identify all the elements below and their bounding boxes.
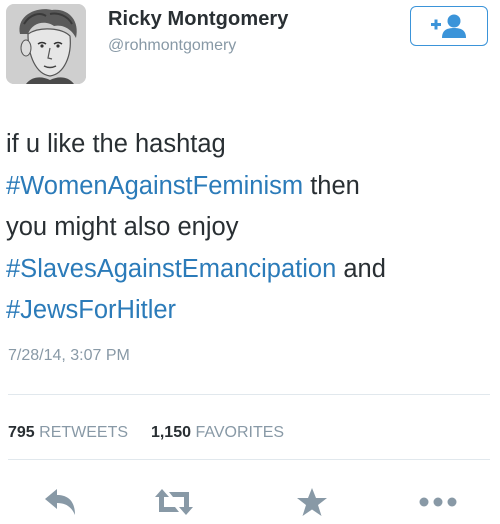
star-icon bbox=[297, 488, 327, 516]
retweet-button[interactable] bbox=[150, 484, 198, 520]
display-name[interactable]: Ricky Montgomery bbox=[108, 8, 289, 31]
hashtag-link[interactable]: #JewsForHitler bbox=[6, 296, 176, 324]
hashtag-link[interactable]: #SlavesAgainstEmancipation bbox=[6, 255, 336, 283]
reply-button[interactable] bbox=[38, 484, 82, 520]
tweet-text: if u like the hashtag #WomenAgainstFemin… bbox=[6, 124, 490, 332]
favorite-count[interactable]: 1,150 bbox=[151, 424, 191, 441]
retweet-icon bbox=[155, 489, 193, 515]
follow-button[interactable] bbox=[410, 6, 488, 46]
tweet-line: if u like the hashtag bbox=[6, 130, 226, 158]
retweet-label[interactable]: RETWEETS bbox=[39, 424, 128, 441]
hashtag-link[interactable]: #WomenAgainstFeminism bbox=[6, 172, 303, 200]
tweet-line: #JewsForHitler bbox=[6, 290, 490, 332]
retweet-count[interactable]: 795 bbox=[8, 424, 35, 441]
tweet-text-fragment: then bbox=[303, 171, 360, 200]
tweet-stats: 795 RETWEETS 1,150 FAVORITES bbox=[8, 424, 284, 442]
favorite-button[interactable] bbox=[290, 484, 334, 520]
add-user-icon bbox=[431, 14, 466, 38]
reply-icon bbox=[45, 489, 75, 515]
tweet-actions bbox=[0, 484, 500, 520]
user-handle[interactable]: @rohmontgomery bbox=[108, 37, 236, 55]
avatar-portrait-image bbox=[6, 4, 86, 84]
avatar[interactable] bbox=[6, 4, 86, 84]
divider bbox=[8, 394, 490, 395]
more-icon bbox=[419, 497, 457, 507]
more-button[interactable] bbox=[412, 484, 464, 520]
tweet-line: #SlavesAgainstEmancipation and bbox=[6, 249, 490, 291]
tweet-text-fragment: and bbox=[336, 254, 386, 283]
tweet-timestamp[interactable]: 7/28/14, 3:07 PM bbox=[8, 347, 130, 365]
favorite-label[interactable]: FAVORITES bbox=[195, 424, 284, 441]
tweet-line: #WomenAgainstFeminism then bbox=[6, 166, 490, 208]
divider bbox=[8, 459, 490, 460]
tweet-line: you might also enjoy bbox=[6, 213, 239, 241]
